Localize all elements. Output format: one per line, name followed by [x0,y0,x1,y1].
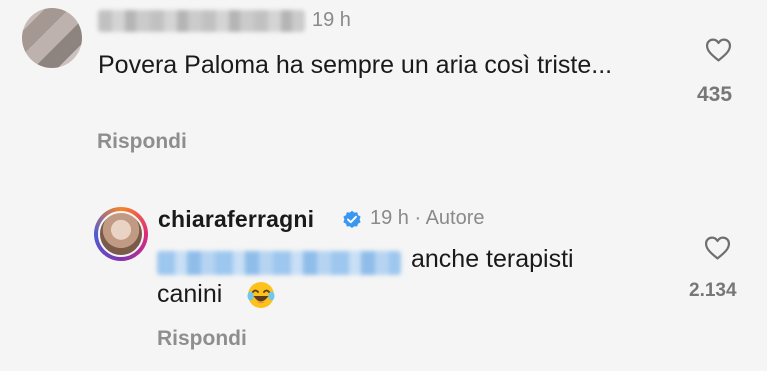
author-meta: 19 h · Autore [370,207,485,229]
reply-text-line2: canini [157,280,223,308]
reply-text: anche terapisti [411,245,574,273]
like-heart-icon[interactable] [704,236,731,260]
blurred-username[interactable] [98,10,305,32]
verified-badge-icon [343,210,361,228]
author-avatar[interactable] [98,211,144,257]
comment-text: Povera Paloma ha sempre un aria così tri… [98,51,613,79]
like-heart-icon[interactable] [705,38,732,62]
blurred-mention[interactable] [157,251,401,275]
like-count: 435 [697,83,733,106]
comment-timestamp: 19 h [312,9,351,31]
laughing-tears-emoji-icon [247,282,275,308]
reply-button[interactable]: Rispondi [97,130,187,154]
commenter-avatar[interactable] [22,8,82,68]
author-username[interactable]: chiaraferragni [158,206,314,233]
like-count: 2.134 [689,280,737,301]
reply-button[interactable]: Rispondi [157,327,247,351]
